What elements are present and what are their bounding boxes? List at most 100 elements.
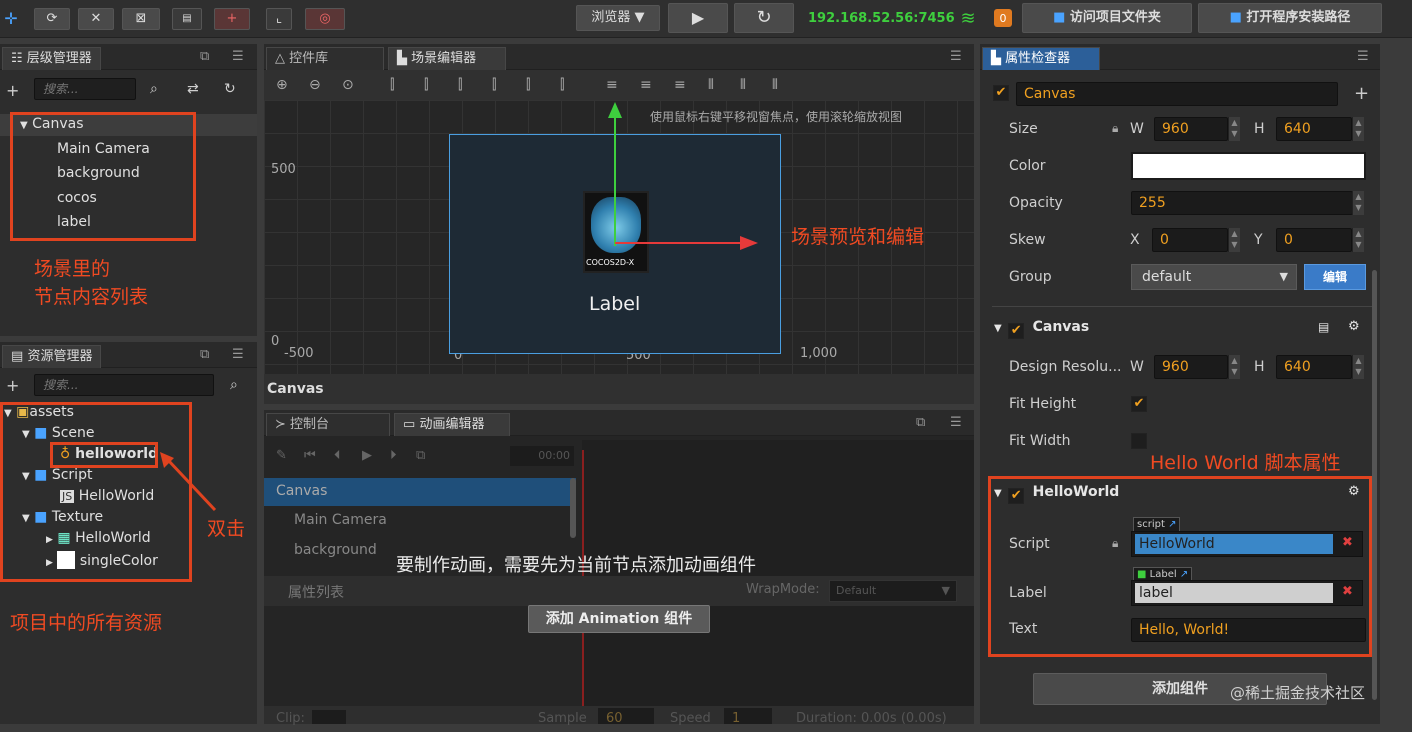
debug-toggle-button[interactable]: ◎: [305, 8, 345, 30]
skew-y-stepper[interactable]: ▲ ▼: [1352, 228, 1364, 252]
search-icon[interactable]: ⌕: [230, 377, 238, 393]
tab-console[interactable]: ≻ 控制台: [266, 413, 390, 436]
move-gizmo[interactable]: [604, 100, 764, 250]
opacity-stepper[interactable]: ▲ ▼: [1352, 191, 1364, 215]
zoom-out-icon[interactable]: ⊖: [309, 70, 321, 100]
skew-y-input[interactable]: 0: [1276, 228, 1352, 252]
menu-icon[interactable]: ☰: [232, 49, 244, 64]
node-active-checkbox[interactable]: ✔: [993, 85, 1009, 101]
gear-icon[interactable]: ⚙: [1348, 314, 1360, 340]
group-select[interactable]: default ▼: [1131, 264, 1297, 290]
tab-hierarchy[interactable]: ☷ 层级管理器: [2, 47, 101, 70]
move-tool-icon[interactable]: ✛: [3, 9, 19, 28]
distribute-bottom-icon[interactable]: ≡: [674, 70, 686, 100]
script-asset-field[interactable]: HelloWorld ✖: [1131, 531, 1363, 557]
fit-height-checkbox[interactable]: ✔: [1131, 396, 1147, 412]
add-node-icon[interactable]: +: [6, 81, 19, 100]
distribute-right-icon[interactable]: ⫴: [772, 70, 778, 100]
open-project-folder-button[interactable]: ■ 访问项目文件夹: [1022, 3, 1192, 33]
canvas-component-checkbox[interactable]: ✔: [1008, 323, 1025, 339]
open-install-path-button[interactable]: ■ 打开程序安装路径: [1198, 3, 1382, 33]
node-name-input[interactable]: Canvas: [1016, 82, 1338, 106]
menu-icon[interactable]: ☰: [232, 347, 244, 362]
rotate-tool-button[interactable]: ⟳: [34, 8, 70, 30]
tab-animation-editor[interactable]: ▭ 动画编辑器: [394, 413, 510, 436]
size-width-stepper[interactable]: ▲ ▼: [1228, 117, 1240, 141]
tab-assets[interactable]: ▤ 资源管理器: [2, 345, 102, 368]
lock-icon[interactable]: 🔒︎: [1112, 536, 1118, 551]
jump-first-icon[interactable]: ⏮: [304, 440, 316, 472]
skew-x-input[interactable]: 0: [1152, 228, 1228, 252]
canvas-component-header[interactable]: ▼ ✔ Canvas ▤ ⚙: [992, 314, 1374, 340]
menu-icon[interactable]: ☰: [1357, 49, 1369, 64]
anim-node-background[interactable]: background: [294, 542, 377, 558]
browser-select[interactable]: 浏览器 ▼: [576, 5, 660, 31]
sort-icon[interactable]: ⇄: [187, 81, 199, 97]
label-node-field[interactable]: label ✖: [1131, 580, 1363, 606]
prev-frame-icon[interactable]: ⏴: [334, 440, 341, 472]
assets-search-input[interactable]: 搜索...: [34, 374, 214, 396]
search-icon[interactable]: ⌕: [150, 81, 158, 97]
clear-script-icon[interactable]: ✖: [1342, 535, 1353, 550]
design-height-stepper[interactable]: ▲ ▼: [1352, 355, 1364, 379]
text-prop-input[interactable]: Hello, World!: [1131, 618, 1366, 642]
color-swatch[interactable]: [1131, 152, 1366, 180]
align-bottom-icon[interactable]: ⫿: [560, 70, 564, 100]
gizmo-toggle-button[interactable]: ⌞: [266, 8, 292, 30]
tab-scene-editor[interactable]: ▙ 场景编辑器: [388, 47, 506, 70]
tab-inspector[interactable]: ▙ 属性检查器: [982, 47, 1100, 70]
inspector-scrollbar[interactable]: [1372, 270, 1377, 700]
fit-width-checkbox[interactable]: [1131, 433, 1147, 449]
menu-icon[interactable]: ☰: [950, 49, 962, 64]
anim-node-main-camera[interactable]: Main Camera: [294, 512, 387, 528]
distribute-hcenter-icon[interactable]: ⫴: [740, 70, 746, 100]
size-height-stepper[interactable]: ▲ ▼: [1352, 117, 1364, 141]
align-right-icon[interactable]: ⫿: [458, 70, 462, 100]
group-edit-button[interactable]: 编辑: [1304, 264, 1366, 290]
maximize-icon[interactable]: ⧉: [200, 49, 209, 64]
add-animation-component-button[interactable]: 添加 Animation 组件: [528, 605, 710, 633]
opacity-input[interactable]: 255: [1131, 191, 1353, 215]
clip-select[interactable]: [312, 710, 346, 724]
scale-tool-button[interactable]: ✕: [78, 8, 114, 30]
gear-icon[interactable]: ⚙: [1348, 479, 1360, 505]
clear-label-icon[interactable]: ✖: [1342, 584, 1353, 599]
menu-icon[interactable]: ☰: [950, 415, 962, 430]
tab-widget-library[interactable]: △ 控件库: [266, 47, 384, 70]
helloworld-component-header[interactable]: ▼ ✔ HelloWorld ⚙: [992, 479, 1374, 505]
add-asset-icon[interactable]: +: [6, 376, 19, 395]
distribute-vcenter-icon[interactable]: ≡: [640, 70, 652, 100]
wrapmode-select[interactable]: Default ▼: [829, 580, 957, 602]
sample-input[interactable]: 60: [598, 708, 654, 726]
skew-x-stepper[interactable]: ▲ ▼: [1228, 228, 1240, 252]
distribute-top-icon[interactable]: ≡: [606, 70, 618, 100]
helloworld-component-checkbox[interactable]: ✔: [1008, 488, 1025, 504]
local-toggle-button[interactable]: +: [214, 8, 250, 30]
refresh-icon[interactable]: ↻: [224, 81, 236, 97]
play-button[interactable]: ▶: [668, 3, 728, 33]
pivot-toggle-button[interactable]: ▤: [172, 8, 202, 30]
hierarchy-search-input[interactable]: 搜索...: [34, 78, 136, 100]
book-icon[interactable]: ▤: [1318, 314, 1329, 340]
maximize-icon[interactable]: ⧉: [916, 415, 925, 430]
size-height-input[interactable]: 640: [1276, 117, 1352, 141]
anim-node-canvas[interactable]: Canvas: [276, 483, 327, 499]
size-width-input[interactable]: 960: [1154, 117, 1228, 141]
add-event-icon[interactable]: ⧉: [416, 440, 425, 472]
design-width-input[interactable]: 960: [1154, 355, 1228, 379]
align-vcenter-icon[interactable]: ⫿: [526, 70, 530, 100]
align-left-icon[interactable]: ⫿: [390, 70, 394, 100]
align-top-icon[interactable]: ⫿: [492, 70, 496, 100]
next-frame-icon[interactable]: ⏵: [390, 440, 397, 472]
add-icon[interactable]: +: [1354, 83, 1369, 104]
maximize-icon[interactable]: ⧉: [200, 347, 209, 362]
zoom-reset-icon[interactable]: ⊙: [342, 70, 354, 100]
zoom-in-icon[interactable]: ⊕: [276, 70, 288, 100]
refresh-button[interactable]: ↻: [734, 3, 794, 33]
align-hcenter-icon[interactable]: ⫿: [424, 70, 428, 100]
rect-tool-button[interactable]: ⊠: [122, 8, 160, 30]
design-width-stepper[interactable]: ▲ ▼: [1228, 355, 1240, 379]
speed-input[interactable]: 1: [724, 708, 772, 726]
record-icon[interactable]: ✎: [276, 440, 287, 472]
play-anim-icon[interactable]: ▶: [362, 440, 372, 472]
